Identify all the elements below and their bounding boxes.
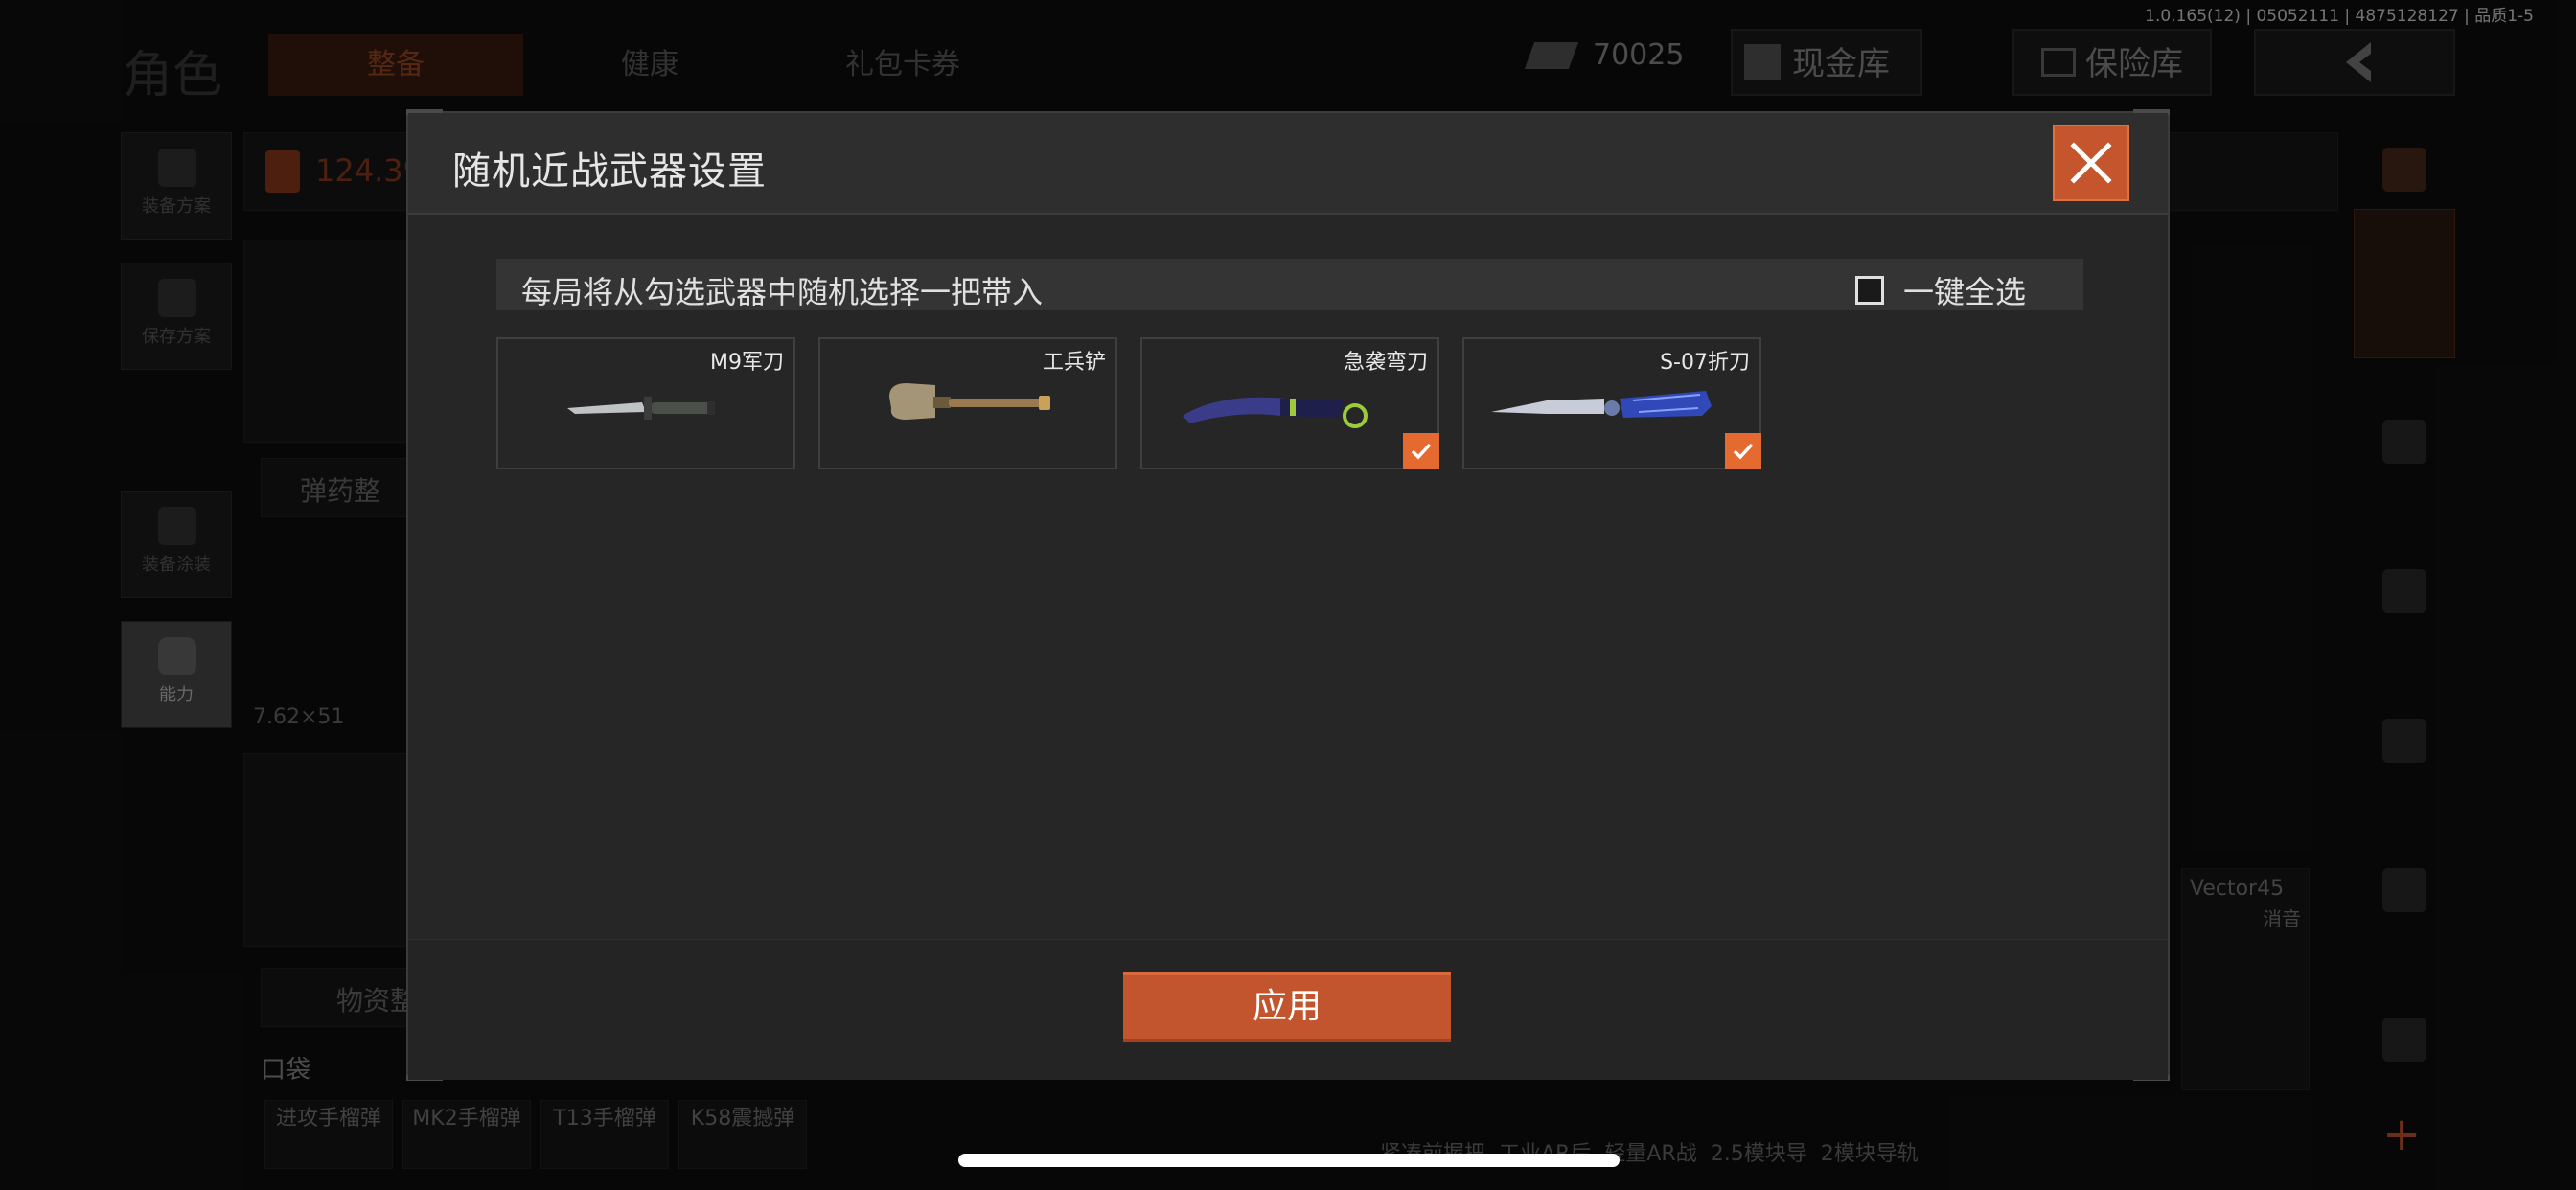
weapon-checkbox-checked[interactable] [1403, 433, 1439, 469]
weapon-checkbox-checked[interactable] [1725, 433, 1761, 469]
apply-button[interactable]: 应用 [1123, 972, 1451, 1042]
weapon-option-m9[interactable]: M9军刀 [496, 337, 795, 469]
weapon-name: 急袭弯刀 [1343, 351, 1428, 375]
checkmark-icon [1733, 443, 1754, 460]
dialog-header: 随机近战武器设置 [408, 113, 2168, 215]
weapon-name: S-07折刀 [1660, 351, 1750, 375]
karambit-icon [1183, 397, 1368, 428]
random-melee-dialog: 随机近战武器设置 每局将从勾选武器中随机选择一把带入 一键全选 M9军刀 工兵铲 [406, 109, 2170, 1081]
select-all-label: 一键全选 [1903, 274, 2027, 310]
instruction-bar: 每局将从勾选武器中随机选择一把带入 一键全选 [496, 259, 2083, 310]
weapon-option-karambit[interactable]: 急袭弯刀 [1140, 337, 1439, 469]
bayonet-icon [567, 397, 715, 420]
weapon-name: 工兵铲 [1042, 351, 1106, 375]
checkmark-icon [1411, 443, 1432, 460]
weapon-option-shovel[interactable]: 工兵铲 [818, 337, 1117, 469]
shovel-icon [889, 383, 1050, 420]
weapon-name: M9军刀 [710, 351, 784, 375]
close-icon [2070, 142, 2112, 184]
select-all-toggle[interactable]: 一键全选 [1855, 268, 2026, 312]
close-button[interactable] [2053, 125, 2129, 201]
home-indicator[interactable] [958, 1154, 1620, 1167]
dialog-title: 随机近战武器设置 [452, 149, 767, 194]
instruction-text: 每局将从勾选武器中随机选择一把带入 [521, 274, 1044, 310]
select-all-checkbox[interactable] [1855, 276, 1884, 305]
weapon-option-s07[interactable]: S-07折刀 [1462, 337, 1761, 469]
folding-knife-icon [1491, 391, 1712, 418]
